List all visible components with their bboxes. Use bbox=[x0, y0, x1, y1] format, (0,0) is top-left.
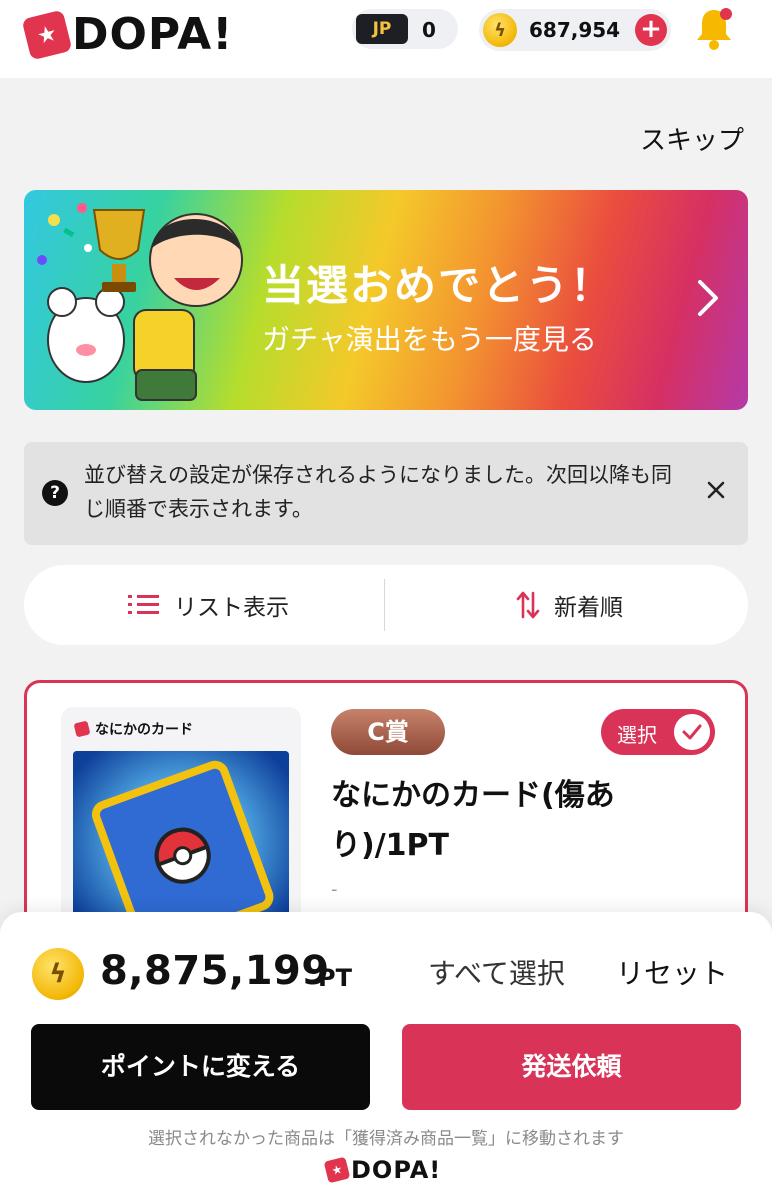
skip-button[interactable]: スキップ bbox=[640, 120, 744, 157]
add-coins-button[interactable]: + bbox=[635, 14, 667, 46]
app-header: ★ DOPA! JP 0 ϟ 687,954 + bbox=[0, 0, 772, 78]
coin-balance-value: 687,954 bbox=[529, 18, 621, 42]
close-icon[interactable] bbox=[702, 476, 730, 504]
toggle-divider bbox=[384, 579, 385, 631]
help-icon: ? bbox=[42, 480, 68, 506]
footer-logo: ★ DOPA! bbox=[323, 1156, 442, 1184]
app-logo[interactable]: ★ DOPA! bbox=[21, 9, 234, 61]
reset-button[interactable]: リセット bbox=[616, 952, 728, 992]
prize-title: なにかのカード(傷あり)/1PT bbox=[331, 778, 615, 863]
action-sheet: ϟ 8,875,199 PT すべて選択 リセット ポイントに変える 発送依頼 … bbox=[0, 912, 772, 1200]
convert-to-points-button[interactable]: ポイントに変える bbox=[31, 1024, 370, 1110]
list-icon bbox=[128, 595, 159, 614]
logo-text: DOPA! bbox=[72, 9, 234, 60]
footer-logo-text: DOPA! bbox=[351, 1156, 442, 1184]
ticket-icon: JP bbox=[356, 14, 408, 44]
coin-icon: ϟ bbox=[32, 948, 84, 1000]
sort-notice: ? 並び替えの設定が保存されるようになりました。次回以降も同じ順番で表示されます… bbox=[24, 442, 748, 545]
select-label: 選択 bbox=[617, 723, 657, 747]
list-view-label: リスト表示 bbox=[174, 595, 289, 621]
sort-icon bbox=[516, 591, 540, 619]
bell-icon[interactable] bbox=[694, 6, 734, 52]
list-view-button[interactable]: リスト表示 bbox=[128, 589, 289, 621]
shipping-request-button[interactable]: 発送依頼 bbox=[402, 1024, 741, 1110]
coin-icon: ϟ bbox=[483, 13, 517, 47]
banner-subtitle: ガチャ演出をもう一度見る bbox=[262, 323, 597, 356]
card-image-label: なにかのカード bbox=[73, 719, 193, 739]
logo-mark-icon: ★ bbox=[21, 9, 73, 61]
prize-card-image: なにかのカード bbox=[61, 707, 301, 937]
total-points: 8,875,199 bbox=[100, 948, 330, 994]
prize-rank-badge: C賞 bbox=[331, 709, 445, 755]
chevron-right-icon bbox=[698, 280, 718, 316]
prize-detail: - bbox=[331, 879, 338, 900]
coin-balance[interactable]: ϟ 687,954 + bbox=[479, 9, 671, 51]
check-icon bbox=[674, 714, 710, 750]
jackpot-value: 0 bbox=[422, 18, 436, 42]
logo-mark-icon: ★ bbox=[323, 1156, 351, 1184]
jackpot-counter[interactable]: JP 0 bbox=[352, 9, 458, 49]
view-sort-bar: リスト表示 新着順 bbox=[24, 565, 748, 645]
footnote: 選択されなかった商品は「獲得済み商品一覧」に移動されます bbox=[148, 1129, 624, 1149]
prize-card[interactable]: なにかのカード C賞 選択 なにかのカード(傷あり)/1PT - bbox=[24, 680, 748, 940]
notice-text: 並び替えの設定が保存されるようになりました。次回以降も同じ順番で表示されます。 bbox=[84, 463, 672, 521]
sort-order-button[interactable]: 新着順 bbox=[516, 589, 623, 621]
select-all-button[interactable]: すべて選択 bbox=[428, 952, 565, 992]
sort-order-label: 新着順 bbox=[554, 595, 623, 621]
points-unit: PT bbox=[318, 964, 352, 992]
banner-title: 当選おめでとう！ bbox=[262, 261, 615, 310]
win-banner[interactable]: 当選おめでとう！ ガチャ演出をもう一度見る bbox=[24, 190, 748, 410]
logo-mark-icon bbox=[73, 720, 91, 738]
select-toggle[interactable]: 選択 bbox=[601, 709, 715, 755]
winner-illustration bbox=[37, 203, 243, 401]
